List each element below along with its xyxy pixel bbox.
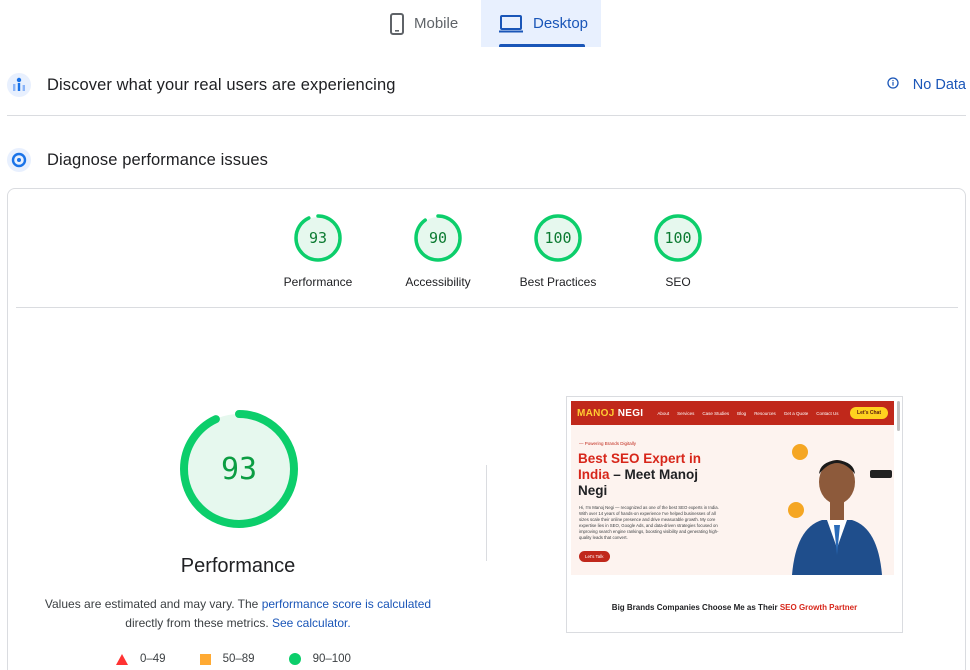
gauge-label: Performance (283, 275, 353, 289)
tab-desktop[interactable]: Desktop (481, 0, 601, 47)
gauge-ring: 100 (653, 213, 703, 263)
site-menu: About Services Case Studies Blog Resourc… (657, 411, 838, 416)
main-score-title: Performance (180, 555, 296, 577)
no-data-label: No Data (912, 77, 966, 93)
gauge-performance[interactable]: 93 Performance (258, 213, 378, 289)
score-gauges: 93 Performance 90 Accessibility 100 Best… (258, 213, 738, 289)
gauge-accessibility[interactable]: 90 Accessibility (378, 213, 498, 289)
site-chat-button: Let's Chat (850, 407, 888, 419)
crux-users-icon (7, 73, 31, 97)
disclaimer-text: Values are estimated and may vary. The (44, 597, 259, 611)
gauge-seo[interactable]: 100 SEO (618, 213, 738, 289)
site-navbar: MANOJ NEGI About Services Case Studies B… (571, 401, 894, 425)
device-tabs: Mobile Desktop (374, 0, 601, 47)
tab-mobile[interactable]: Mobile (374, 0, 481, 47)
site-menu-item: Contact Us (816, 410, 839, 416)
legend-poor: 0–49 (116, 653, 166, 665)
thumbnail-scrollbar (897, 401, 900, 431)
lighthouse-gauge-icon (7, 148, 31, 172)
main-score-value: 93 (220, 451, 258, 487)
site-logo: MANOJ NEGI (577, 407, 644, 419)
site-hero: — Powering Brands Digitally Best SEO Exp… (571, 425, 894, 575)
gauge-label: SEO (665, 275, 691, 289)
gauge-best-practices[interactable]: 100 Best Practices (498, 213, 618, 289)
no-data-link[interactable]: No Data (887, 77, 966, 93)
see-calculator-link[interactable]: See calculator. (272, 616, 351, 630)
disclaimer-text-2: directly from these metrics. (125, 616, 269, 630)
card-divider (16, 307, 958, 308)
site-menu-item: About (657, 410, 670, 416)
green-circle-icon (288, 653, 301, 665)
red-triangle-icon (116, 653, 128, 665)
tab-desktop-label: Desktop (533, 15, 589, 32)
score-value: 93 (308, 229, 328, 247)
legend-average-label: 50–89 (222, 653, 255, 665)
mobile-phone-icon (390, 12, 404, 35)
main-performance-gauge: 93 (179, 409, 299, 529)
gauge-ring: 100 (533, 213, 583, 263)
site-menu-item: Get a Quote (783, 410, 809, 416)
lighthouse-report-card: 93 Performance 90 Accessibility 100 Best… (7, 188, 966, 670)
site-menu-item: Case Studies (702, 410, 730, 416)
diagnose-title: Diagnose performance issues (47, 150, 268, 169)
info-icon (887, 77, 899, 93)
score-disclaimer: Values are estimated and may vary. The p… (38, 595, 438, 633)
crux-title: Discover what your real users are experi… (47, 75, 396, 94)
gauge-ring: 90 (413, 213, 463, 263)
tab-mobile-label: Mobile (414, 15, 459, 32)
hero-body: Hi, I'm Manoj Negi — recognized as one o… (579, 505, 719, 540)
site-menu-item: Services (677, 410, 695, 416)
orange-square-icon (199, 653, 211, 665)
diagnose-section-header: Diagnose performance issues (7, 145, 966, 175)
crux-section-header: Discover what your real users are experi… (7, 70, 966, 100)
hero-cta-button: Let's Talk (579, 551, 610, 562)
score-legend: 0–49 50–89 90–100 (116, 653, 351, 665)
score-calculated-link[interactable]: performance score is calculated (262, 597, 431, 611)
gauge-ring: 93 (293, 213, 343, 263)
legend-poor-label: 0–49 (140, 653, 166, 665)
site-menu-item: Blog (737, 410, 747, 416)
legend-good: 90–100 (288, 653, 351, 665)
section-divider (7, 115, 966, 116)
final-screenshot[interactable]: MANOJ NEGI About Services Case Studies B… (566, 396, 903, 633)
site-menu-item: Resources (754, 410, 776, 416)
gauge-label: Best Practices (519, 275, 597, 289)
hero-tagline: — Powering Brands Digitally (579, 441, 637, 446)
legend-good-label: 90–100 (312, 653, 351, 665)
brands-heading: Big Brands Companies Choose Me as Their … (611, 603, 858, 612)
gauge-label: Accessibility (405, 275, 471, 289)
person-photo-icon (782, 430, 892, 575)
score-value: 100 (544, 229, 572, 247)
vertical-divider (486, 465, 487, 561)
hero-title: Best SEO Expert in India – Meet Manoj Ne… (578, 451, 702, 498)
legend-average: 50–89 (199, 653, 255, 665)
score-value: 100 (664, 229, 692, 247)
desktop-monitor-icon (499, 14, 523, 33)
score-value: 90 (428, 229, 448, 247)
